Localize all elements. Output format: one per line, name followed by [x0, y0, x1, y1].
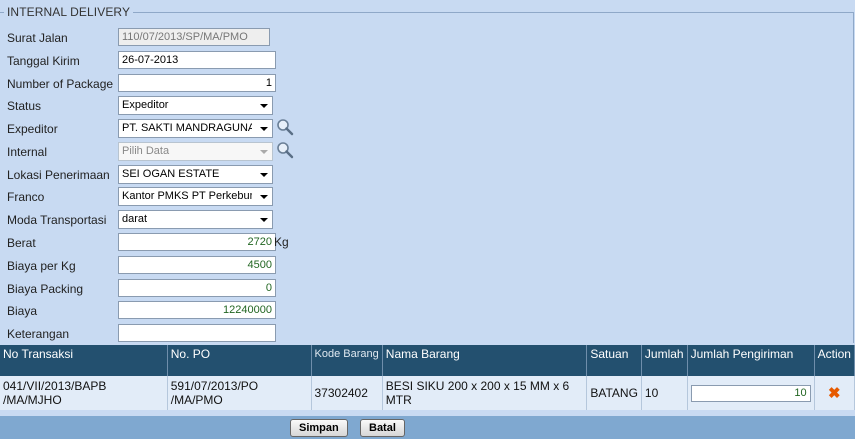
- biaya-packing-label: Biaya Packing: [7, 282, 84, 296]
- keterangan-label: Keterangan: [7, 327, 70, 341]
- chevron-down-icon: [260, 127, 268, 131]
- delete-x-icon[interactable]: ✖: [818, 384, 851, 402]
- cell-satuan: BATANG: [586, 376, 642, 410]
- cell-no-transaksi: 041/VII/2013/BAPB /MA/MJHO: [0, 376, 168, 410]
- status-label: Status: [7, 99, 42, 113]
- berat-unit: Kg: [274, 235, 289, 249]
- items-table: No Transaksi No. PO Kode Barang Nama Bar…: [0, 345, 855, 410]
- franco-label: Franco: [7, 190, 45, 204]
- row-status: Status Expeditor: [0, 96, 855, 116]
- lokasi-penerimaan-label: Lokasi Penerimaan: [7, 168, 110, 182]
- row-keterangan: Keterangan: [0, 324, 855, 344]
- tanggal-kirim-input[interactable]: 26-07-2013: [118, 51, 276, 69]
- col-header-jumlah-pengiriman[interactable]: Jumlah Pengiriman: [687, 345, 815, 376]
- internal-label: Internal: [7, 145, 48, 159]
- berat-label: Berat: [7, 236, 36, 250]
- row-biaya-packing: Biaya Packing 0: [0, 279, 855, 299]
- form-legend: INTERNAL DELIVERY: [4, 5, 134, 19]
- simpan-button[interactable]: Simpan: [290, 419, 348, 437]
- expeditor-select-value: PT. SAKTI MANDRAGUNA: [122, 122, 252, 134]
- franco-select-value: Kantor PMKS PT Perkebunan: [122, 190, 252, 202]
- biaya-per-kg-input[interactable]: 4500: [118, 256, 276, 274]
- cell-no-po: 591/07/2013/PO /MA/PMO: [167, 376, 312, 410]
- moda-transportasi-select-value: darat: [122, 213, 148, 225]
- expeditor-label: Expeditor: [7, 122, 58, 136]
- jumlah-pengiriman-input[interactable]: 10: [690, 384, 811, 402]
- col-header-satuan[interactable]: Satuan: [586, 345, 642, 376]
- lokasi-penerimaan-select[interactable]: SEI OGAN ESTATE: [118, 165, 273, 184]
- row-surat-jalan: Surat Jalan 110/07/2013/SP/MA/PMO: [0, 28, 855, 48]
- row-internal: Internal Pilih Data: [0, 142, 855, 162]
- row-moda-transportasi: Moda Transportasi darat: [0, 210, 855, 230]
- col-header-action[interactable]: Action: [814, 345, 855, 376]
- cell-kode-barang: 37302402: [311, 376, 383, 410]
- status-select[interactable]: Expeditor: [118, 96, 273, 115]
- table-row: 041/VII/2013/BAPB /MA/MJHO 591/07/2013/P…: [0, 376, 855, 410]
- chevron-down-icon: [260, 173, 268, 177]
- form-footer: [0, 416, 855, 439]
- row-tanggal-kirim: Tanggal Kirim 26-07-2013: [0, 51, 855, 71]
- row-berat: Berat 2720 Kg: [0, 233, 855, 253]
- biaya-input[interactable]: 12240000: [118, 301, 276, 319]
- col-header-kode-barang[interactable]: Kode Barang: [311, 345, 383, 376]
- search-icon[interactable]: [276, 141, 294, 159]
- chevron-down-icon: [260, 218, 268, 222]
- tanggal-kirim-label: Tanggal Kirim: [7, 54, 80, 68]
- keterangan-input[interactable]: [118, 324, 276, 342]
- internal-select-value: Pilih Data: [122, 145, 170, 157]
- row-biaya-per-kg: Biaya per Kg 4500: [0, 256, 855, 276]
- lokasi-penerimaan-select-value: SEI OGAN ESTATE: [122, 168, 220, 180]
- berat-input[interactable]: 2720: [118, 233, 276, 251]
- cell-jumlah-pengiriman: 10: [687, 376, 815, 410]
- surat-jalan-input[interactable]: 110/07/2013/SP/MA/PMO: [118, 28, 270, 46]
- biaya-packing-input[interactable]: 0: [118, 279, 276, 297]
- row-franco: Franco Kantor PMKS PT Perkebunan: [0, 187, 855, 207]
- biaya-per-kg-label: Biaya per Kg: [7, 259, 76, 273]
- cell-action: ✖: [814, 376, 855, 410]
- chevron-down-icon: [260, 150, 268, 154]
- table-header-row: No Transaksi No. PO Kode Barang Nama Bar…: [0, 345, 855, 376]
- expeditor-select[interactable]: PT. SAKTI MANDRAGUNA: [118, 119, 273, 138]
- chevron-down-icon: [260, 104, 268, 108]
- col-header-nama-barang[interactable]: Nama Barang: [382, 345, 588, 376]
- franco-select[interactable]: Kantor PMKS PT Perkebunan: [118, 187, 273, 206]
- col-header-no-po[interactable]: No. PO: [167, 345, 312, 376]
- number-of-package-label: Number of Package: [7, 77, 114, 91]
- cell-jumlah: 10: [641, 376, 688, 410]
- status-select-value: Expeditor: [122, 99, 169, 111]
- row-number-of-package: Number of Package 1: [0, 74, 855, 94]
- moda-transportasi-select[interactable]: darat: [118, 210, 273, 229]
- row-lokasi-penerimaan: Lokasi Penerimaan SEI OGAN ESTATE: [0, 165, 855, 185]
- col-header-jumlah[interactable]: Jumlah: [641, 345, 688, 376]
- internal-select[interactable]: Pilih Data: [118, 142, 273, 161]
- cell-nama-barang: BESI SIKU 200 x 200 x 15 MM x 6 MTR: [382, 376, 588, 410]
- batal-button[interactable]: Batal: [360, 419, 405, 437]
- chevron-down-icon: [260, 195, 268, 199]
- moda-transportasi-label: Moda Transportasi: [7, 213, 107, 227]
- search-icon[interactable]: [276, 118, 294, 136]
- row-biaya: Biaya 12240000: [0, 301, 855, 321]
- biaya-label: Biaya: [7, 304, 38, 318]
- row-expeditor: Expeditor PT. SAKTI MANDRAGUNA: [0, 119, 855, 139]
- surat-jalan-label: Surat Jalan: [7, 31, 68, 45]
- number-of-package-input[interactable]: 1: [118, 74, 276, 92]
- col-header-no-transaksi[interactable]: No Transaksi: [0, 345, 168, 376]
